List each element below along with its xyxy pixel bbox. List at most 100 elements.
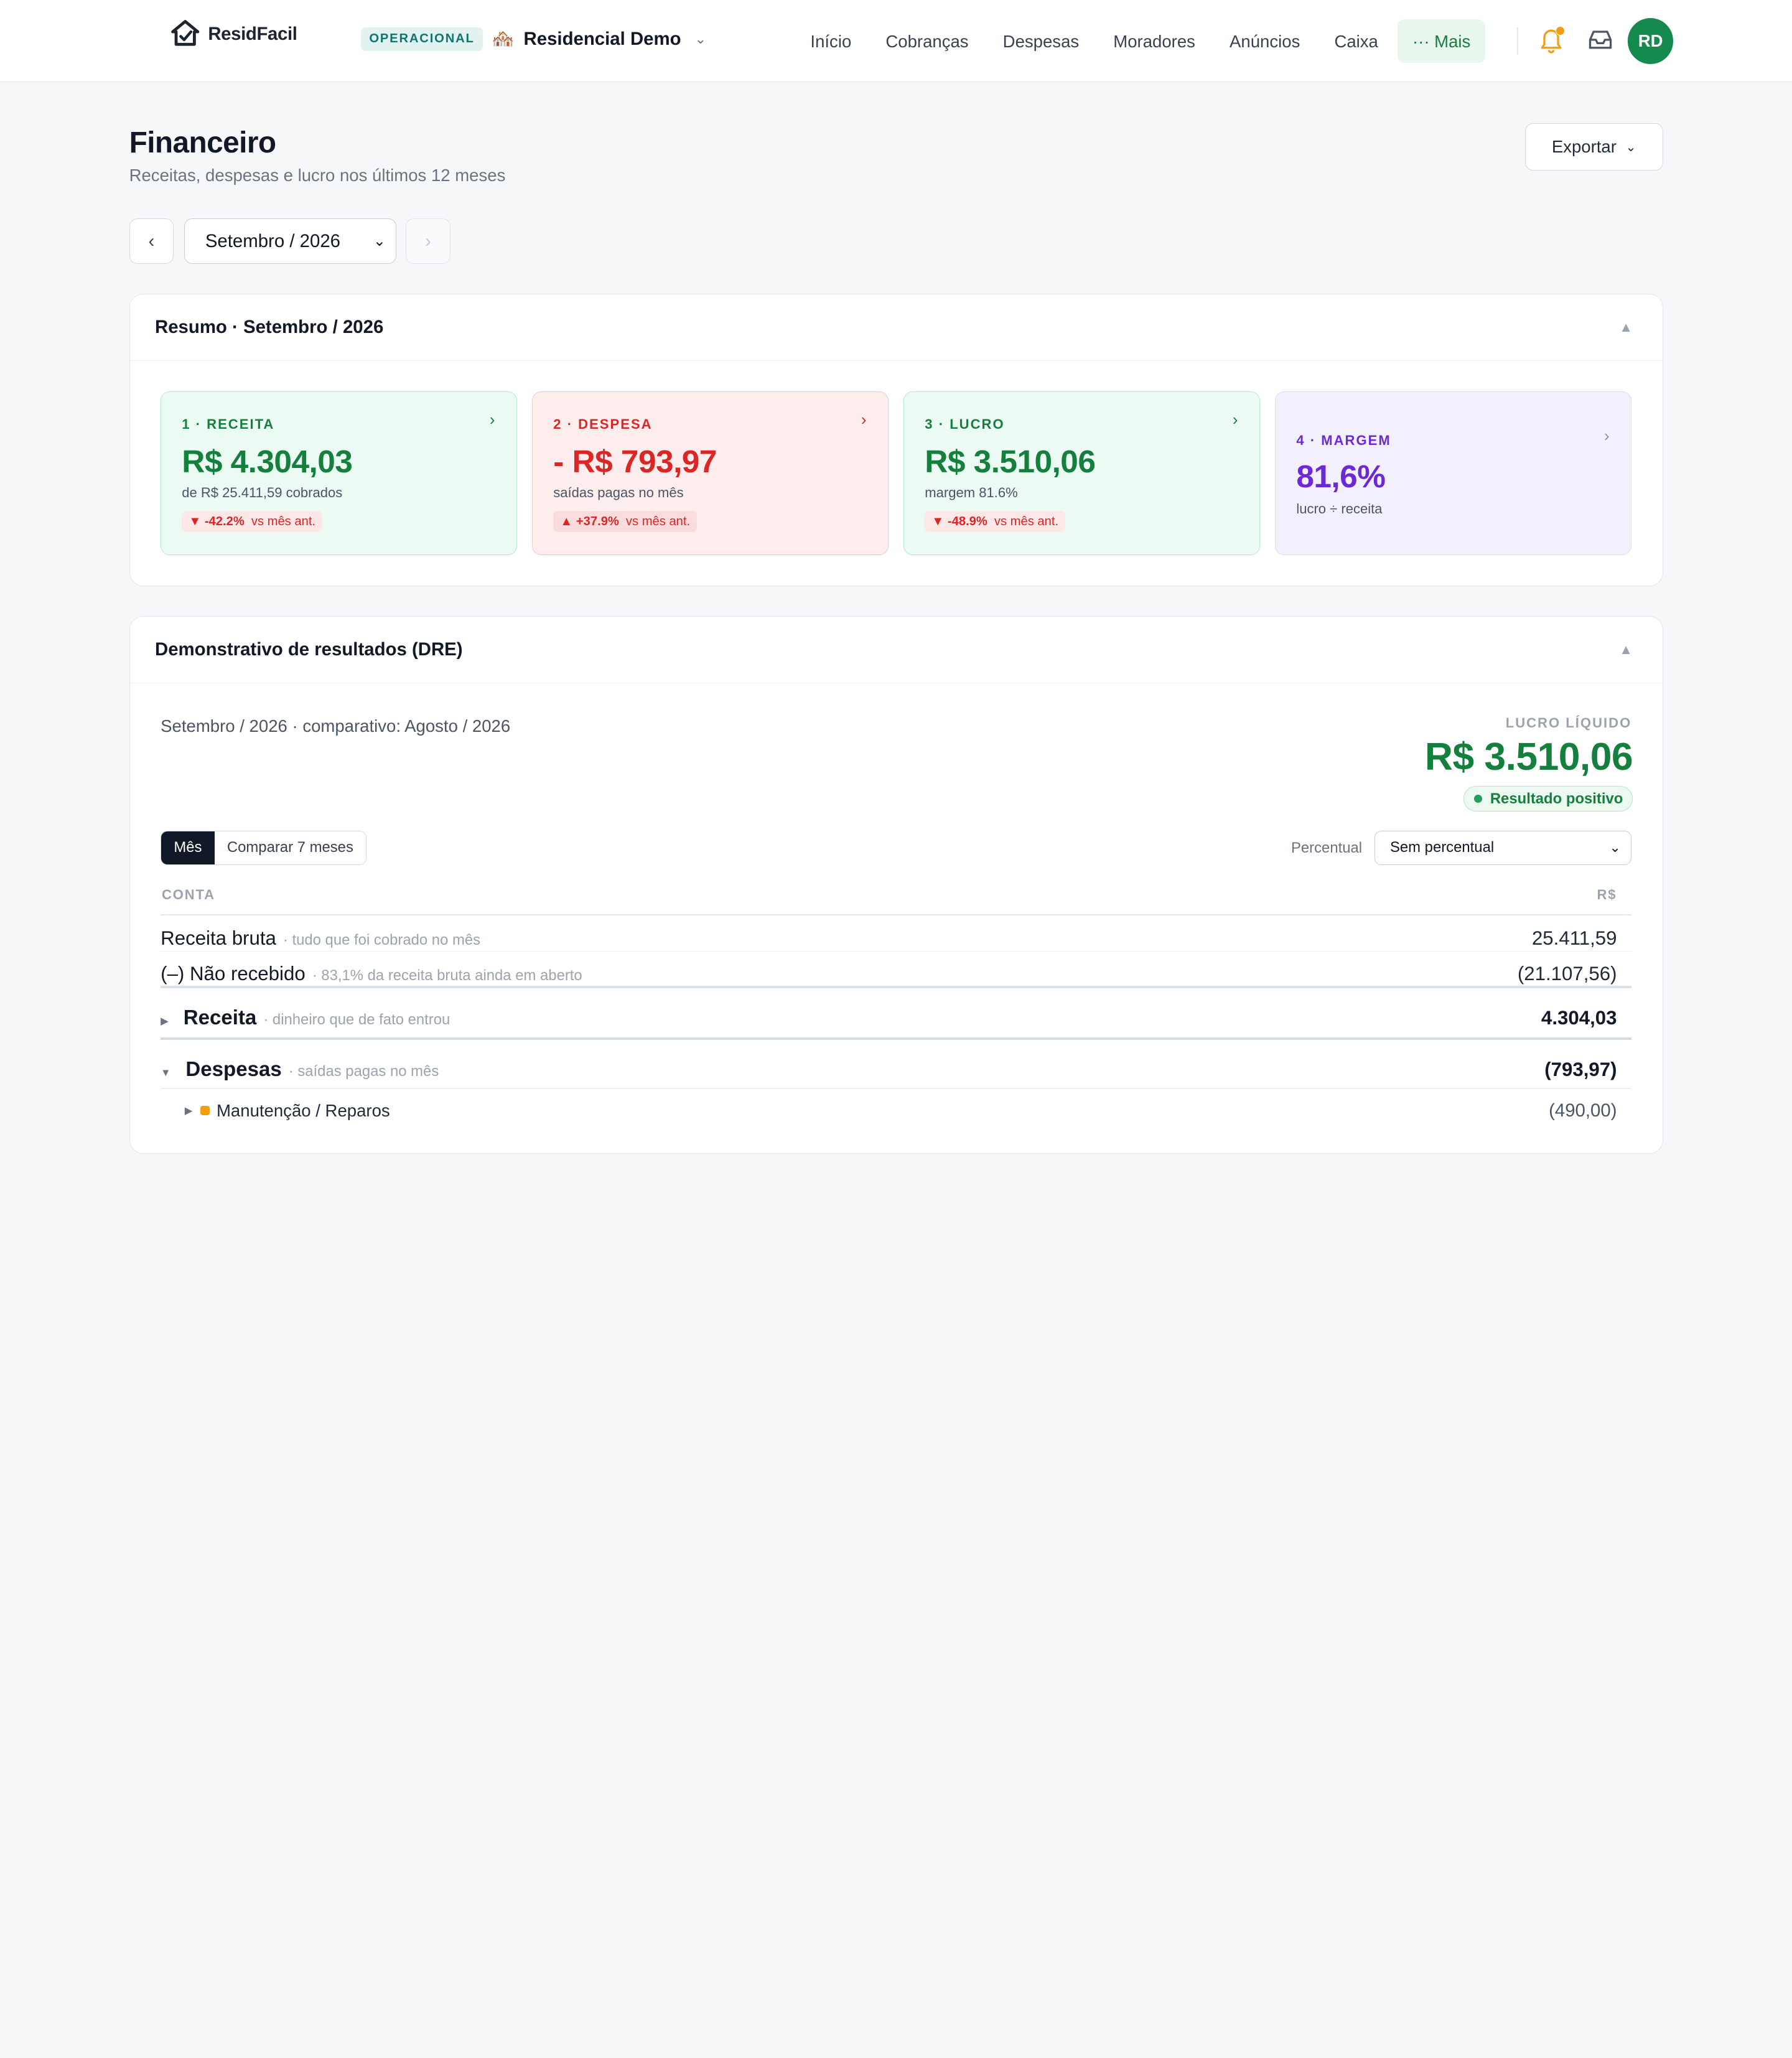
kpi-label: 4 · MARGEM bbox=[1296, 432, 1391, 448]
kpi-sub: de R$ 25.411,59 cobrados bbox=[182, 485, 343, 501]
row-note: · dinheiro que de fato entrou bbox=[263, 1011, 450, 1028]
net-profit-label: LUCRO LÍQUIDO bbox=[1505, 715, 1632, 731]
main-nav: Início Cobranças Despesas Moradores Anún… bbox=[793, 19, 1486, 63]
condo-name: Residencial Demo bbox=[523, 28, 681, 49]
collapse-icon[interactable]: ▲ bbox=[1619, 642, 1633, 658]
chevron-down-icon: ⌄ bbox=[1625, 140, 1636, 154]
kpi-value: 81,6% bbox=[1296, 457, 1386, 494]
chevron-right-icon: › bbox=[1232, 411, 1238, 429]
percent-label: Percentual bbox=[1290, 840, 1363, 857]
nav-inicio[interactable]: Início bbox=[793, 19, 869, 63]
row-value: 25.411,59 bbox=[1531, 927, 1617, 950]
expand-icon[interactable]: ▶ bbox=[161, 1015, 169, 1027]
row-label: Manutenção / Reparos bbox=[216, 1100, 390, 1120]
nav-more-button[interactable]: ··· Mais bbox=[1398, 19, 1486, 63]
category-color-icon bbox=[200, 1106, 210, 1116]
chevron-right-icon: › bbox=[1603, 428, 1610, 446]
export-button[interactable]: Exportar ⌄ bbox=[1524, 123, 1663, 171]
expand-icon[interactable]: ▶ bbox=[185, 1105, 193, 1117]
row-note: · 83,1% da receita bruta ainda em aberto bbox=[312, 967, 582, 985]
nav-moradores[interactable]: Moradores bbox=[1096, 19, 1213, 63]
next-month-button[interactable]: › bbox=[406, 218, 450, 264]
delta-compare: vs mês ant. bbox=[994, 514, 1059, 528]
collapse-icon[interactable]: ▲ bbox=[1619, 319, 1633, 335]
collapse-row-icon[interactable]: ▼ bbox=[161, 1067, 170, 1079]
kpi-delta: ▼ -48.9% vs mês ant. bbox=[925, 511, 1066, 533]
row-label: Despesas bbox=[185, 1057, 282, 1081]
result-badge-label: Resultado positivo bbox=[1490, 790, 1623, 807]
table-row-category[interactable]: ▶ Manutenção / Reparos (490,00) bbox=[161, 1093, 1631, 1128]
summary-title: Resumo · Setembro / 2026 bbox=[154, 316, 384, 337]
kpi-despesa[interactable]: 2 · DESPESA › - R$ 793,97 saídas pagas n… bbox=[532, 391, 889, 555]
mode-month-button[interactable]: Mês bbox=[161, 831, 215, 864]
result-badge: Resultado positivo bbox=[1463, 786, 1633, 812]
nav-cobrancas[interactable]: Cobranças bbox=[869, 19, 986, 63]
notifications-button[interactable] bbox=[1538, 25, 1565, 55]
kpi-label: 3 · LUCRO bbox=[925, 416, 1005, 432]
row-note: · saídas pagas no mês bbox=[288, 1062, 439, 1080]
kpi-label: 2 · DESPESA bbox=[553, 416, 653, 432]
kpi-sub: saídas pagas no mês bbox=[553, 485, 684, 501]
delta-value: ▼ -42.2% bbox=[189, 514, 245, 528]
notification-dot bbox=[1556, 26, 1565, 35]
inbox-icon bbox=[1589, 30, 1612, 49]
inbox-button[interactable] bbox=[1587, 25, 1614, 55]
delta-compare: vs mês ant. bbox=[251, 514, 316, 528]
delta-value: ▲ +37.9% bbox=[560, 514, 619, 528]
month-select[interactable]: Setembro / 2026 ⌄ bbox=[184, 218, 397, 264]
app-logo[interactable]: ResidFacil bbox=[169, 18, 297, 50]
chevron-right-icon: › bbox=[489, 411, 495, 429]
percent-select[interactable]: Sem percentual ⌄ bbox=[1374, 830, 1632, 865]
house-logo-icon bbox=[170, 20, 200, 47]
status-badge: OPERACIONAL bbox=[361, 27, 483, 51]
kpi-sub: lucro ÷ receita bbox=[1296, 500, 1383, 517]
nav-anuncios[interactable]: Anúncios bbox=[1212, 19, 1317, 63]
dre-card-header[interactable]: Demonstrativo de resultados (DRE) ▲ bbox=[129, 617, 1663, 683]
dre-card: Demonstrativo de resultados (DRE) ▲ Sete… bbox=[129, 616, 1663, 1154]
nav-caixa[interactable]: Caixa bbox=[1317, 19, 1396, 63]
kpi-receita[interactable]: 1 · RECEITA › R$ 4.304,03 de R$ 25.411,5… bbox=[161, 391, 518, 555]
delta-compare: vs mês ant. bbox=[625, 514, 691, 528]
column-header-value: R$ bbox=[1597, 886, 1617, 902]
top-navbar: ResidFacil OPERACIONAL 🏘️ Residencial De… bbox=[0, 0, 1792, 83]
user-avatar[interactable]: RD bbox=[1627, 18, 1674, 64]
net-profit-value: R$ 3.510,06 bbox=[1424, 735, 1633, 779]
row-divider bbox=[161, 986, 1632, 989]
row-label: Receita bbox=[183, 1006, 257, 1029]
kpi-value: - R$ 793,97 bbox=[553, 443, 717, 480]
header-divider bbox=[161, 914, 1632, 915]
kpi-delta: ▼ -42.2% vs mês ant. bbox=[182, 511, 323, 533]
row-value: 4.304,03 bbox=[1541, 1006, 1617, 1029]
row-label: Receita bruta bbox=[161, 927, 276, 950]
prev-month-button[interactable]: ‹ bbox=[129, 218, 174, 264]
row-divider bbox=[161, 950, 1632, 952]
nav-despesas[interactable]: Despesas bbox=[986, 19, 1096, 63]
view-mode-toggle: Mês Comparar 7 meses bbox=[161, 830, 367, 865]
table-row-receita[interactable]: ▶ Receita · dinheiro que de fato entrou … bbox=[161, 998, 1631, 1039]
mode-compare-button[interactable]: Comparar 7 meses bbox=[214, 831, 366, 864]
table-row-despesas[interactable]: ▼ Despesas · saídas pagas no mês (793,97… bbox=[161, 1049, 1631, 1090]
summary-card: Resumo · Setembro / 2026 ▲ 1 · RECEITA ›… bbox=[129, 294, 1663, 587]
status-dot-icon bbox=[1474, 795, 1482, 803]
kpi-value: R$ 3.510,06 bbox=[925, 443, 1096, 480]
kpi-value: R$ 4.304,03 bbox=[182, 443, 353, 480]
export-label: Exportar bbox=[1551, 137, 1617, 157]
nav-divider bbox=[1516, 27, 1518, 55]
page-subtitle: Receitas, despesas e lucro nos últimos 1… bbox=[129, 166, 506, 185]
condo-switcher[interactable]: OPERACIONAL 🏘️ Residencial Demo ⌄ bbox=[361, 27, 706, 51]
chevron-down-icon: ⌄ bbox=[373, 233, 386, 250]
dre-period-caption: Setembro / 2026 · comparativo: Agosto / … bbox=[161, 716, 511, 736]
kpi-label: 1 · RECEITA bbox=[182, 416, 275, 432]
chevron-down-icon: ⌄ bbox=[1609, 840, 1621, 856]
row-divider bbox=[161, 1087, 1632, 1089]
column-header-account: CONTA bbox=[162, 886, 215, 902]
dre-title: Demonstrativo de resultados (DRE) bbox=[154, 638, 463, 660]
row-label: (–) Não recebido bbox=[161, 963, 306, 985]
kpi-delta: ▲ +37.9% vs mês ant. bbox=[553, 511, 698, 533]
delta-value: ▼ -48.9% bbox=[931, 514, 987, 528]
summary-card-header[interactable]: Resumo · Setembro / 2026 ▲ bbox=[129, 294, 1663, 361]
kpi-margem[interactable]: 4 · MARGEM › 81,6% lucro ÷ receita bbox=[1275, 391, 1632, 555]
kpi-lucro[interactable]: 3 · LUCRO › R$ 3.510,06 margem 81.6% ▼ -… bbox=[903, 391, 1261, 555]
row-divider bbox=[161, 1037, 1632, 1040]
chevron-down-icon: ⌄ bbox=[694, 30, 707, 47]
